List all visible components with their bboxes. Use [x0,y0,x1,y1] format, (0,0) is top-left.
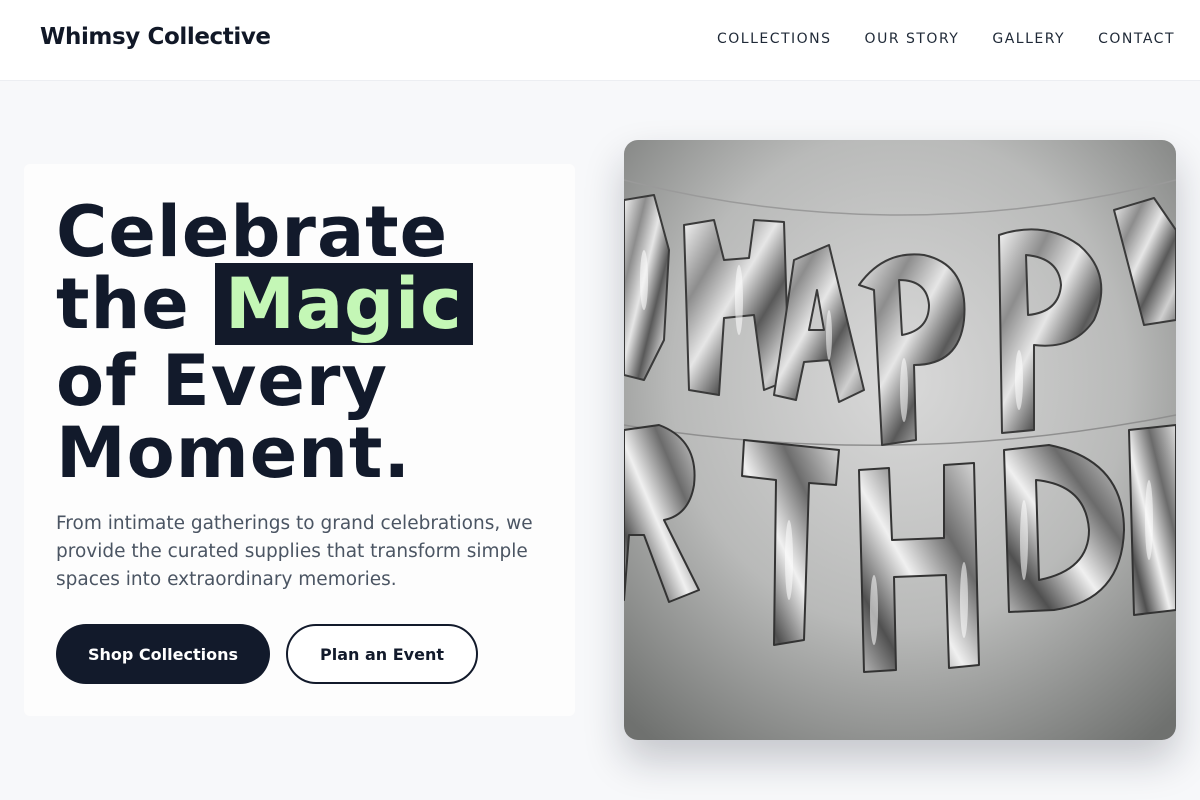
nav-our-story[interactable]: OUR STORY [865,31,960,47]
hero-description: From intimate gatherings to grand celebr… [56,513,533,590]
hero-balloons-image [624,140,1176,740]
headline-line-1: Celebrate [56,191,449,273]
headline-line-2-prefix: the [56,263,216,345]
headline-line-4: Moment. [56,412,412,494]
headline-highlight: Magic [215,263,473,345]
nav-collections[interactable]: COLLECTIONS [717,31,832,47]
nav-contact[interactable]: CONTACT [1098,31,1175,47]
headline-line-2: the Magic [56,263,473,345]
hero-headline: Celebrate the Magic of Every Moment. [56,196,473,489]
plan-event-button[interactable]: Plan an Event [286,624,478,684]
brand-logo[interactable]: Whimsy Collective [40,24,271,50]
nav-gallery[interactable]: GALLERY [992,31,1065,47]
main-nav: COLLECTIONS OUR STORY GALLERY CONTACT [717,31,1175,47]
headline-line-3: of Every [56,340,388,422]
top-navbar: Whimsy Collective COLLECTIONS OUR STORY … [0,0,1200,81]
balloons-illustration [624,140,1176,740]
shop-collections-button[interactable]: Shop Collections [56,624,270,684]
hero-text-card: Celebrate the Magic of Every Moment. Fro… [24,164,575,716]
